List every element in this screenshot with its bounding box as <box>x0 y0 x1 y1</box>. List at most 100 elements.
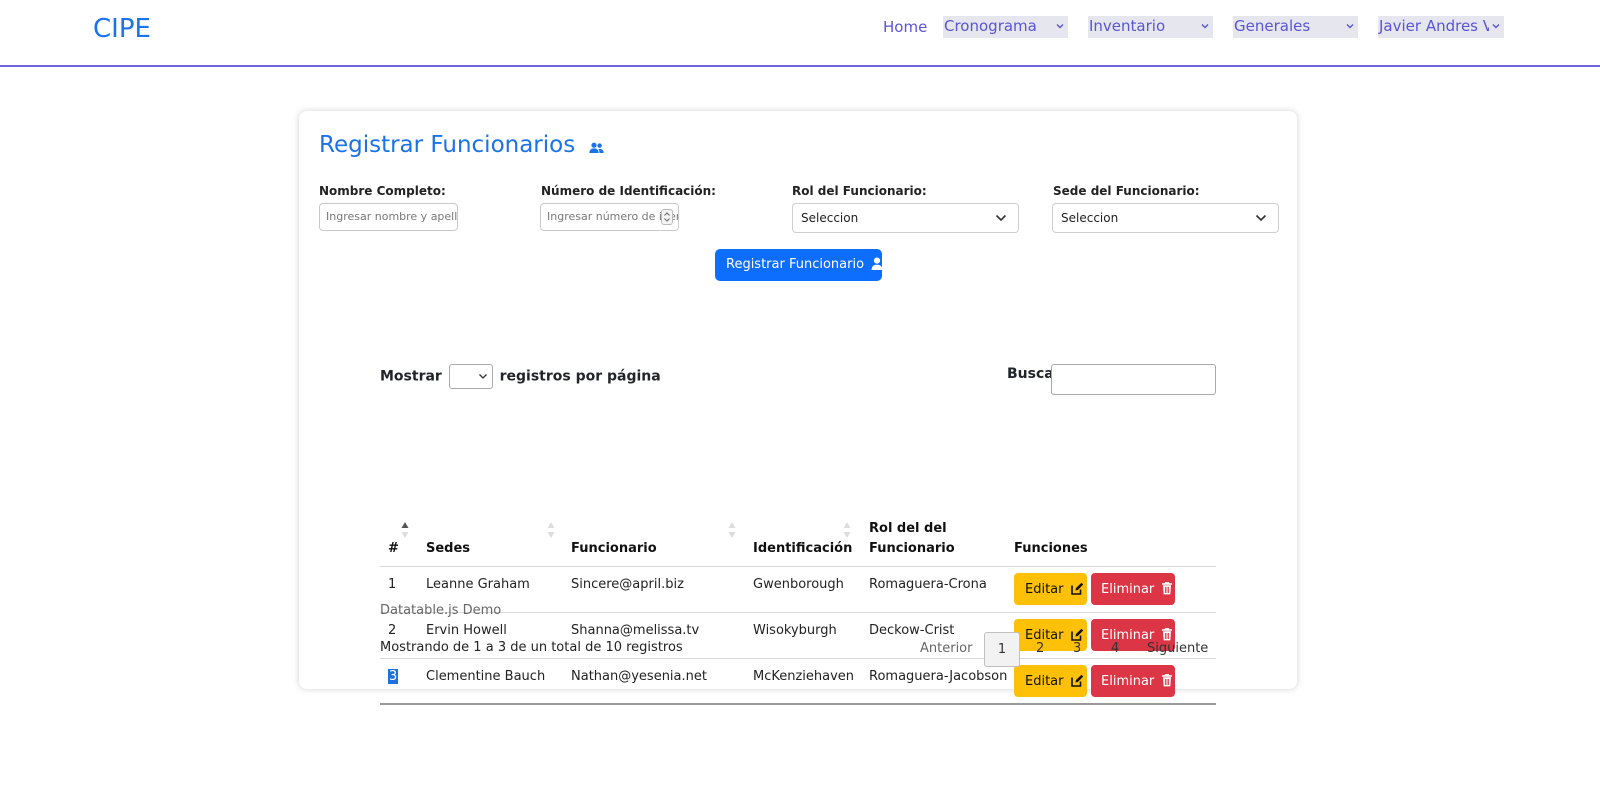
cell-rol: Romaguera-Jacobson <box>869 669 1008 684</box>
column-header-label: # <box>388 541 399 556</box>
nav-dropdown-user[interactable]: Javier Andres Vargas <box>1378 16 1504 38</box>
name-field[interactable]: Ingresar nombre y apellido <box>319 203 458 231</box>
brand-logo[interactable]: CIPE <box>93 14 151 44</box>
users-icon <box>588 142 604 153</box>
column-header-label: Funcionario <box>571 541 657 556</box>
cell-identificacion: Gwenborough <box>753 577 844 592</box>
cell-sede: Ervin Howell <box>426 623 507 638</box>
chevron-down-icon <box>1492 24 1500 29</box>
edit-icon <box>1070 674 1083 687</box>
cell-sede: Clementine Bauch <box>426 669 546 684</box>
site-field-label: Sede del Funcionario: <box>1053 184 1200 198</box>
trash-icon <box>1162 674 1173 687</box>
cell-rol: Romaguera-Crona <box>869 577 987 592</box>
role-select[interactable]: Seleccion <box>792 203 1019 233</box>
cell-identificacion: Wisokyburgh <box>753 623 837 638</box>
nav-dropdown-label: Cronograma <box>944 17 1037 35</box>
cell-num: 1 <box>388 577 397 592</box>
name-field-label: Nombre Completo: <box>319 184 446 198</box>
cell-num: 3 <box>388 669 399 684</box>
nav-dropdown-label: Inventario <box>1089 17 1166 35</box>
edit-icon <box>1070 582 1083 595</box>
column-header-rol[interactable]: Rol del del Funcionario <box>869 519 979 559</box>
id-number-field[interactable]: Ingresar número de identificación <box>540 203 679 231</box>
cell-funcionario: Sincere@april.biz <box>571 577 684 592</box>
column-header-sedes[interactable]: Sedes <box>426 539 470 559</box>
nav-user-label: Javier Andres Vargas <box>1379 17 1489 35</box>
top-navbar: CIPE Home Cronograma Inventario Generale… <box>0 0 1600 67</box>
page-length-control: Mostrar registros por página <box>380 364 661 389</box>
cell-sede: Leanne Graham <box>426 577 530 592</box>
register-button-label: Registrar Funcionario <box>726 257 865 272</box>
table-bottom-border <box>380 703 1216 705</box>
row-divider <box>380 612 1216 613</box>
nav-home-link[interactable]: Home <box>883 18 927 36</box>
chevron-down-icon <box>1056 24 1064 29</box>
column-header-funciones: Funciones <box>1014 539 1088 559</box>
cell-rol: Deckow-Crist <box>869 623 955 638</box>
delete-button[interactable]: Eliminar <box>1091 665 1175 697</box>
site-select[interactable]: Seleccion <box>1052 203 1279 233</box>
search-input[interactable] <box>1051 364 1216 395</box>
column-header-label: Identificación <box>753 541 853 556</box>
edit-button[interactable]: Editar <box>1014 573 1087 605</box>
nav-dropdown-label: Generales <box>1234 17 1311 35</box>
edit-icon <box>1070 628 1083 641</box>
pagination-page-3[interactable]: 3 <box>1073 641 1081 656</box>
role-field-label: Rol del Funcionario: <box>792 184 927 198</box>
cell-identificacion: McKenziehaven <box>753 669 855 684</box>
nav-dropdown-cronograma[interactable]: Cronograma <box>943 16 1068 38</box>
role-select-value: Seleccion <box>801 211 859 225</box>
id-field-label: Número de Identificación: <box>541 184 716 198</box>
edit-button-label: Editar <box>1025 582 1064 597</box>
nav-dropdown-inventario[interactable]: Inventario <box>1088 16 1213 38</box>
sort-icon <box>843 522 851 538</box>
delete-button-label: Eliminar <box>1101 674 1155 689</box>
trash-icon <box>1162 628 1173 641</box>
column-header-funcionario[interactable]: Funcionario <box>571 539 657 559</box>
nav-dropdown-generales[interactable]: Generales <box>1233 16 1358 38</box>
sort-asc-icon <box>401 522 409 538</box>
cell-funcionario: Shanna@melissa.tv <box>571 623 700 638</box>
chevron-down-icon <box>1201 24 1209 29</box>
column-header-label: Sedes <box>426 541 471 556</box>
chevron-down-icon <box>1255 214 1267 222</box>
pagination-next[interactable]: Siguiente <box>1147 641 1208 656</box>
id-field-placeholder: Ingresar número de identificación <box>547 210 678 223</box>
name-field-placeholder: Ingresar nombre y apellido <box>326 210 458 223</box>
spinner-arrows-icon <box>664 212 670 222</box>
selected-text-highlight: 3 <box>388 669 399 684</box>
cell-funcionario: Nathan@yesenia.net <box>571 669 707 684</box>
pagination-page-current[interactable]: 1 <box>984 632 1020 667</box>
delete-button-label: Eliminar <box>1101 582 1155 597</box>
edit-button[interactable]: Editar <box>1014 665 1087 697</box>
pagination-page-2[interactable]: 2 <box>1036 641 1044 656</box>
delete-button[interactable]: Eliminar <box>1091 573 1175 605</box>
sort-icon <box>728 522 736 538</box>
chevron-down-icon <box>995 214 1007 222</box>
page-title: Registrar Funcionarios <box>319 132 604 158</box>
number-spinner[interactable] <box>661 209 673 225</box>
trash-icon <box>1162 582 1173 595</box>
page-title-text: Registrar Funcionarios <box>319 132 576 158</box>
pagination-previous[interactable]: Anterior <box>920 641 972 656</box>
length-prefix: Mostrar <box>380 368 442 385</box>
length-suffix: registros por página <box>499 368 661 385</box>
sort-icon <box>547 522 555 538</box>
register-card: Registrar Funcionarios Nombre Completo: … <box>299 111 1297 705</box>
chevron-down-icon <box>1346 24 1354 29</box>
table-info: Mostrando de 1 a 3 de un total de 10 reg… <box>380 640 683 655</box>
column-header-identificacion[interactable]: Identificación <box>753 539 852 559</box>
edit-button-label: Editar <box>1025 674 1064 689</box>
row-divider <box>380 658 1216 659</box>
header-divider <box>380 566 1216 567</box>
column-header-num[interactable]: # <box>388 539 399 559</box>
page-length-select[interactable] <box>448 364 493 389</box>
cell-num: 2 <box>388 623 397 638</box>
table-caption: Datatable.js Demo <box>380 603 502 618</box>
register-button[interactable]: Registrar Funcionario <box>715 249 889 281</box>
chevron-down-icon <box>478 374 487 379</box>
column-header-label: Funciones <box>1014 541 1088 556</box>
pagination-page-4[interactable]: 4 <box>1111 641 1119 656</box>
user-plus-icon <box>871 257 889 270</box>
